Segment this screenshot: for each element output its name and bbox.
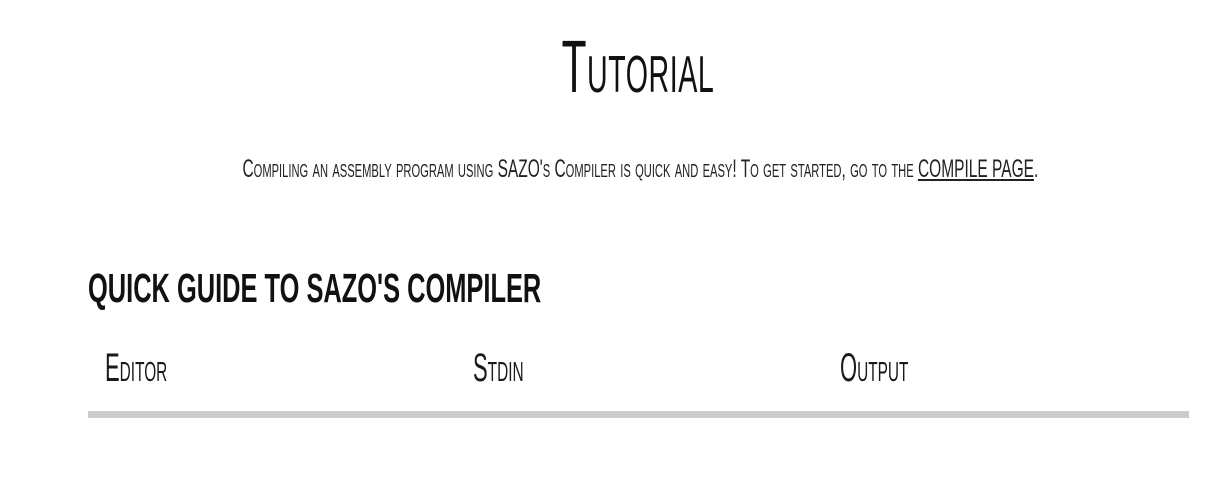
- tab-stdin[interactable]: Stdin: [473, 348, 524, 408]
- tab-output[interactable]: Output: [840, 348, 908, 408]
- tab-underline-bar: [88, 411, 1189, 418]
- intro-suffix: .: [1033, 155, 1039, 183]
- tab-editor[interactable]: Editor: [105, 348, 167, 408]
- guide-tabs: Editor Stdin Output: [88, 348, 1189, 419]
- compile-page-link[interactable]: COMPILE PAGE: [918, 155, 1034, 183]
- section-heading: QUICK GUIDE TO SAZO'S COMPILER: [88, 265, 542, 311]
- intro-text: Compiling an assembly program using SAZO…: [242, 154, 1038, 184]
- intro-sentence: Compiling an assembly program using SAZO…: [242, 155, 918, 183]
- page-title: Tutorial: [561, 25, 715, 108]
